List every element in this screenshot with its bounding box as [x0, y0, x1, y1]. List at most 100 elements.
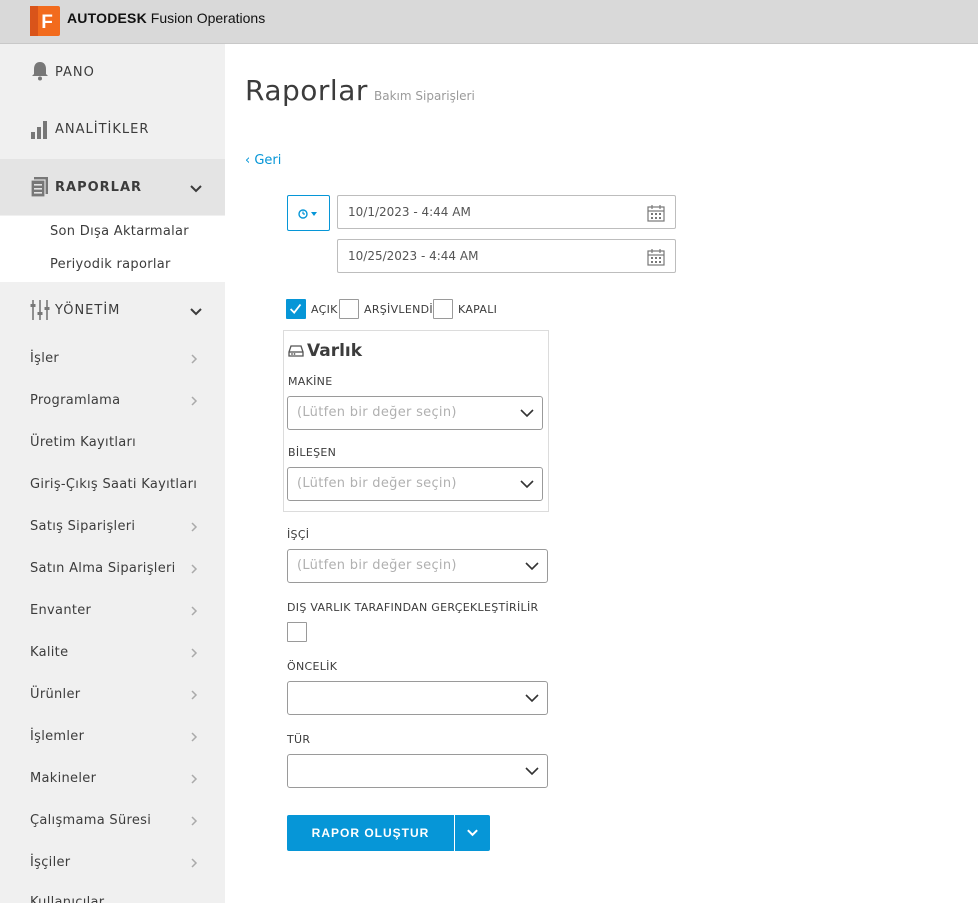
chevron-down-icon [525, 562, 539, 571]
chevron-right-icon [191, 564, 198, 574]
sidebar-label: Makineler [30, 771, 97, 786]
sidebar-item-kullanicilar[interactable]: Kullanıcılar [30, 895, 210, 903]
reports-submenu: Son Dışa Aktarmalar Periyodik raporlar [0, 216, 225, 282]
worker-placeholder: (Lütfen bir değer seçin) [297, 558, 457, 573]
chevron-down-icon [520, 480, 534, 489]
sidebar: PANO ANALİTİKLER RAPORLAR Son Dışa Aktar… [0, 44, 225, 903]
machine-label: MAKİNE [288, 375, 333, 388]
machine-select[interactable]: (Lütfen bir değer seçin) [287, 396, 543, 430]
sidebar-item-analitikler[interactable]: ANALİTİKLER [0, 101, 225, 157]
sidebar-subitem-recent-exports[interactable]: Son Dışa Aktarmalar [50, 224, 189, 239]
sidebar-label: İşlemler [30, 729, 85, 744]
sidebar-label: Kullanıcılar [30, 895, 105, 903]
status-open-label: AÇIK [311, 303, 338, 316]
fusion-logo-icon[interactable]: F [30, 6, 60, 36]
bar-chart-icon [31, 121, 47, 139]
back-link[interactable]: ‹ Geri [245, 153, 281, 168]
report-icon [30, 177, 48, 198]
sidebar-label: Satın Alma Siparişleri [30, 561, 176, 576]
worker-label: İŞÇİ [287, 528, 310, 541]
worker-select[interactable]: (Lütfen bir değer seçin) [287, 549, 548, 583]
chevron-right-icon [191, 858, 198, 868]
page-subtitle: Bakım Siparişleri [374, 89, 475, 103]
chevron-down-icon [525, 694, 539, 703]
sidebar-item-giris-cikis[interactable]: Giriş-Çıkış Saati Kayıtları [30, 477, 210, 497]
brand-autodesk: AUTODESK [67, 10, 147, 26]
status-closed-label: KAPALI [458, 303, 498, 316]
time-range-button[interactable] [287, 195, 330, 231]
calendar-icon[interactable] [647, 204, 665, 222]
status-archived-checkbox[interactable] [339, 299, 359, 319]
component-select[interactable]: (Lütfen bir değer seçin) [287, 467, 543, 501]
bell-icon [32, 62, 48, 81]
sidebar-item-kalite[interactable]: Kalite [30, 645, 210, 665]
sidebar-label: PANO [55, 64, 95, 80]
brand-name: AUTODESK Fusion Operations [67, 10, 265, 26]
sidebar-label: İşçiler [30, 855, 71, 870]
status-open-checkbox[interactable] [286, 299, 306, 319]
end-date-field[interactable]: 10/25/2023 - 4:44 AM [337, 239, 676, 273]
type-label: TÜR [287, 733, 311, 746]
sidebar-item-isciler[interactable]: İşçiler [30, 855, 210, 875]
component-label: BİLEŞEN [288, 446, 337, 459]
sidebar-subitem-periodic-reports[interactable]: Periyodik raporlar [50, 257, 171, 272]
sidebar-item-isler[interactable]: İşler [30, 351, 210, 371]
chevron-down-icon [190, 185, 202, 193]
chevron-right-icon [191, 690, 198, 700]
sidebar-item-urunler[interactable]: Ürünler [30, 687, 210, 707]
chevron-right-icon [191, 816, 198, 826]
sidebar-item-uretim-kayitlari[interactable]: Üretim Kayıtları [30, 435, 210, 455]
start-date-field[interactable]: 10/1/2023 - 4:44 AM [337, 195, 676, 229]
brand-product: Fusion Operations [150, 10, 266, 26]
priority-label: ÖNCELİK [287, 660, 338, 673]
top-bar: F AUTODESK Fusion Operations [0, 0, 978, 44]
sidebar-item-calismama-suresi[interactable]: Çalışmama Süresi [30, 813, 210, 833]
status-archived-label: ARŞİVLENDİ [364, 303, 433, 316]
chevron-right-icon [191, 732, 198, 742]
chevron-down-icon [520, 409, 534, 418]
sidebar-label: RAPORLAR [55, 179, 143, 195]
sidebar-label: YÖNETİM [55, 302, 121, 318]
sidebar-item-programlama[interactable]: Programlama [30, 393, 210, 413]
create-report-button[interactable]: RAPOR OLUŞTUR [287, 815, 454, 851]
asset-panel-title: Varlık [307, 341, 363, 361]
sidebar-item-yonetim[interactable]: YÖNETİM [0, 282, 225, 338]
sidebar-label: Satış Siparişleri [30, 519, 136, 534]
calendar-icon[interactable] [647, 248, 665, 266]
sidebar-label: Programlama [30, 393, 121, 408]
create-report-options-button[interactable] [455, 815, 490, 851]
chevron-right-icon [191, 648, 198, 658]
sidebar-label: Kalite [30, 645, 69, 660]
sidebar-label: ANALİTİKLER [55, 121, 150, 137]
sidebar-item-raporlar[interactable]: RAPORLAR [0, 159, 225, 215]
chevron-right-icon [191, 396, 198, 406]
priority-select[interactable] [287, 681, 548, 715]
sidebar-label: Giriş-Çıkış Saati Kayıtları [30, 477, 198, 492]
sidebar-item-satis-siparisleri[interactable]: Satış Siparişleri [30, 519, 210, 539]
drive-icon [288, 345, 304, 357]
sidebar-label: Envanter [30, 603, 92, 618]
external-checkbox[interactable] [287, 622, 307, 642]
sidebar-item-pano[interactable]: PANO [0, 44, 225, 100]
component-placeholder: (Lütfen bir değer seçin) [297, 476, 457, 491]
sliders-icon [30, 300, 50, 320]
chevron-down-icon [525, 767, 539, 776]
clock-icon [298, 209, 317, 219]
sidebar-item-islemler[interactable]: İşlemler [30, 729, 210, 749]
svg-text:F: F [41, 12, 53, 33]
page-title: Raporlar [245, 74, 368, 107]
end-date-value: 10/25/2023 - 4:44 AM [348, 249, 479, 263]
status-closed-checkbox[interactable] [433, 299, 453, 319]
sidebar-item-satin-alma[interactable]: Satın Alma Siparişleri [30, 561, 210, 581]
sidebar-item-makineler[interactable]: Makineler [30, 771, 210, 791]
type-select[interactable] [287, 754, 548, 788]
chevron-right-icon [191, 774, 198, 784]
checkmark-icon [289, 303, 302, 314]
chevron-right-icon [191, 522, 198, 532]
chevron-down-icon [467, 829, 478, 837]
sidebar-item-envanter[interactable]: Envanter [30, 603, 210, 623]
sidebar-label: Çalışmama Süresi [30, 813, 152, 828]
chevron-right-icon [191, 354, 198, 364]
chevron-down-icon [190, 308, 202, 316]
chevron-right-icon [191, 606, 198, 616]
